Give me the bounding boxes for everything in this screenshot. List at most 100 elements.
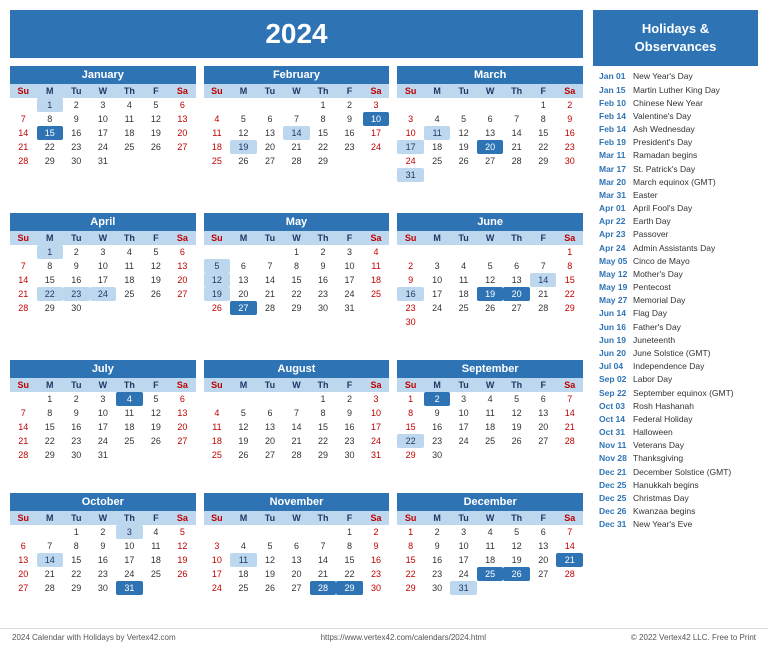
- day-cell: 14: [503, 126, 530, 140]
- day-cell: 21: [10, 434, 37, 448]
- empty-cell: [477, 245, 504, 259]
- day-header-w: W: [283, 84, 310, 98]
- holiday-item: Jun 16Father's Day: [599, 321, 752, 334]
- day-header-w: W: [90, 378, 117, 392]
- empty-cell: [424, 98, 451, 112]
- day-cell: 9: [424, 406, 451, 420]
- holiday-date: Dec 25: [599, 492, 629, 505]
- day-cell: 2: [336, 392, 363, 406]
- day-cell: 6: [230, 259, 257, 273]
- holiday-date: Jun 16: [599, 321, 629, 334]
- day-cell: 26: [143, 434, 170, 448]
- day-cell: 5: [204, 259, 231, 273]
- empty-cell: [450, 245, 477, 259]
- day-cell: 8: [63, 539, 90, 553]
- day-headers: SuMTuWThFSa: [204, 378, 390, 392]
- day-cell: 13: [477, 126, 504, 140]
- empty-cell: [397, 98, 424, 112]
- holiday-date: Feb 19: [599, 136, 629, 149]
- day-cell: 14: [283, 420, 310, 434]
- month-title: January: [10, 66, 196, 84]
- empty-cell: [10, 98, 37, 112]
- day-cell: 8: [397, 539, 424, 553]
- empty-cell: [283, 98, 310, 112]
- day-cell: 4: [477, 392, 504, 406]
- days-grid: 1234567891011121314151617181920212223242…: [397, 245, 583, 329]
- holiday-name: Thanksgiving: [633, 452, 683, 465]
- day-cell: 31: [363, 448, 390, 462]
- holiday-name: Christmas Day: [633, 492, 689, 505]
- holiday-item: Dec 26Kwanzaa begins: [599, 505, 752, 518]
- day-cell: 1: [336, 525, 363, 539]
- holiday-date: Dec 25: [599, 479, 629, 492]
- day-header-tu: Tu: [450, 231, 477, 245]
- empty-cell: [424, 245, 451, 259]
- day-header-su: Su: [204, 84, 231, 98]
- day-cell: 17: [450, 553, 477, 567]
- day-cell: 8: [37, 406, 64, 420]
- day-cell: 16: [363, 553, 390, 567]
- day-header-f: F: [530, 231, 557, 245]
- day-cell: 25: [204, 448, 231, 462]
- day-cell: 16: [397, 287, 424, 301]
- day-header-su: Su: [10, 231, 37, 245]
- day-cell: 11: [477, 406, 504, 420]
- day-cell: 17: [90, 273, 117, 287]
- day-cell: 3: [397, 112, 424, 126]
- day-cell: 14: [37, 553, 64, 567]
- day-header-sa: Sa: [363, 84, 390, 98]
- day-header-tu: Tu: [257, 231, 284, 245]
- day-header-m: M: [37, 84, 64, 98]
- day-header-tu: Tu: [450, 84, 477, 98]
- day-cell: 6: [169, 392, 196, 406]
- day-cell: 10: [204, 553, 231, 567]
- day-cell: 14: [530, 273, 557, 287]
- day-cell: 8: [310, 112, 337, 126]
- day-cell: 21: [556, 553, 583, 567]
- day-header-sa: Sa: [169, 511, 196, 525]
- holiday-item: Dec 31New Year's Eve: [599, 518, 752, 531]
- days-grid: 1234567891011121314151617181920212223242…: [397, 525, 583, 595]
- day-header-th: Th: [310, 511, 337, 525]
- holiday-name: Passover: [633, 228, 668, 241]
- day-cell: 15: [283, 273, 310, 287]
- holiday-item: Jan 01New Year's Day: [599, 70, 752, 83]
- day-cell: 16: [336, 126, 363, 140]
- day-cell: 2: [424, 525, 451, 539]
- day-cell: 30: [90, 581, 117, 595]
- day-header-f: F: [143, 231, 170, 245]
- day-cell: 1: [397, 392, 424, 406]
- day-cell: 4: [116, 245, 143, 259]
- day-cell: 14: [556, 406, 583, 420]
- day-cell: 5: [143, 98, 170, 112]
- day-cell: 27: [169, 140, 196, 154]
- day-cell: 3: [450, 392, 477, 406]
- day-header-th: Th: [503, 511, 530, 525]
- day-cell: 7: [503, 112, 530, 126]
- day-cell: 25: [116, 140, 143, 154]
- month-title: February: [204, 66, 390, 84]
- day-cell: 4: [424, 112, 451, 126]
- day-cell: 17: [90, 420, 117, 434]
- day-cell: 31: [90, 448, 117, 462]
- day-cell: 11: [424, 126, 451, 140]
- day-cell: 10: [336, 259, 363, 273]
- day-cell: 10: [450, 406, 477, 420]
- day-cell: 24: [363, 140, 390, 154]
- holiday-name: Cinco de Mayo: [633, 255, 690, 268]
- day-header-w: W: [477, 231, 504, 245]
- day-header-su: Su: [397, 378, 424, 392]
- day-cell: 28: [10, 448, 37, 462]
- day-cell: 18: [143, 553, 170, 567]
- day-header-tu: Tu: [63, 511, 90, 525]
- holiday-date: Feb 10: [599, 97, 629, 110]
- holiday-item: Apr 24Admin Assistants Day: [599, 242, 752, 255]
- holiday-name: Juneteenth: [633, 334, 675, 347]
- day-cell: 18: [116, 420, 143, 434]
- day-cell: 22: [556, 287, 583, 301]
- day-cell: 15: [397, 420, 424, 434]
- days-grid: 1234567891011121314151617181920212223242…: [204, 392, 390, 462]
- month-title: December: [397, 493, 583, 511]
- day-header-f: F: [143, 84, 170, 98]
- day-cell: 12: [477, 273, 504, 287]
